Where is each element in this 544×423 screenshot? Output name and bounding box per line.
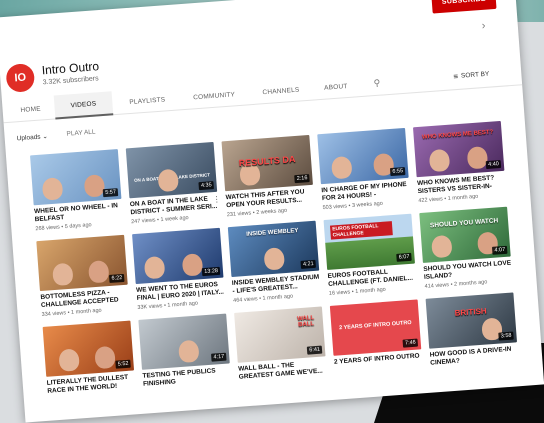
person-face bbox=[58, 348, 80, 372]
thumbnail-text: SHOULD YOU WATCH bbox=[429, 217, 499, 230]
person-face bbox=[330, 155, 353, 180]
thumbnail-text: WHO KNOWS ME BEST? bbox=[421, 129, 494, 141]
video-duration: 7:46 bbox=[402, 338, 419, 348]
play-all-button[interactable]: PLAY ALL bbox=[66, 129, 95, 138]
chevron-right-icon[interactable]: › bbox=[481, 20, 486, 32]
person-face bbox=[52, 262, 74, 287]
person-face bbox=[94, 345, 116, 370]
video-card[interactable]: 6:22 BOTTOMLESS PIZZA - CHALLENGE ACCEPT… bbox=[36, 234, 129, 318]
video-duration: 2:16 bbox=[294, 174, 310, 184]
video-thumbnail[interactable]: SHOULD YOU WATCH 4:07 bbox=[419, 206, 511, 263]
tab-home[interactable]: HOME bbox=[10, 96, 52, 123]
person-face bbox=[157, 168, 179, 193]
tab-about[interactable]: ABOUT bbox=[313, 73, 359, 100]
chevron-down-icon: ⌄ bbox=[42, 133, 49, 141]
video-thumbnail[interactable]: 5:57 bbox=[30, 149, 122, 206]
photo-stage: SUBSCRIBE › IO Intro Outro 3.32K subscri… bbox=[0, 0, 544, 423]
video-duration: 6:41 bbox=[307, 345, 323, 355]
thumbnail-text: RESULTS DA bbox=[238, 154, 296, 169]
video-thumbnail[interactable]: 5:52 bbox=[42, 320, 135, 377]
video-duration: 4:21 bbox=[300, 259, 317, 269]
video-thumbnail[interactable]: 13:28 bbox=[132, 227, 224, 285]
person-face bbox=[263, 247, 286, 271]
video-card[interactable]: 4:17 TESTING THE PUBLICS FINISHING bbox=[138, 313, 231, 389]
video-thumbnail[interactable]: BRITISH 3:58 bbox=[425, 292, 518, 349]
video-title[interactable]: WALL BALL - THE GREATEST GAME WE'VE... bbox=[238, 359, 327, 381]
video-card[interactable]: 5:52 LITERALLY THE DULLEST RACE IN THE W… bbox=[42, 320, 136, 396]
video-duration: 4:17 bbox=[211, 352, 227, 362]
person-face bbox=[431, 234, 453, 259]
video-thumbnail[interactable]: 2 YEARS OF INTRO OUTRO 7:46 bbox=[329, 299, 422, 356]
video-thumbnail[interactable]: EUROS FOOTBALL CHALLENGE 6:07 bbox=[323, 213, 415, 270]
channel-avatar[interactable]: IO bbox=[5, 62, 36, 93]
subscribe-button[interactable]: SUBSCRIBE bbox=[431, 0, 497, 14]
tab-playlists[interactable]: PLAYLISTS bbox=[120, 87, 176, 115]
video-card[interactable]: ON A BOAT IN THE LAKE DISTRICT 4:35 ON A… bbox=[125, 141, 221, 225]
person-face bbox=[143, 255, 166, 280]
subscriber-count: 3.32K subscribers bbox=[42, 75, 99, 87]
thumbnail-text: INSIDE WEMBLEY bbox=[246, 228, 299, 238]
video-duration: 6:07 bbox=[396, 252, 412, 262]
video-duration: 4:07 bbox=[492, 245, 508, 255]
uploads-filter-row: Uploads ⌄ PLAY ALL bbox=[16, 129, 96, 148]
youtube-channel-page: SUBSCRIBE › IO Intro Outro 3.32K subscri… bbox=[0, 0, 544, 423]
video-duration: 3:58 bbox=[498, 331, 514, 341]
thumbnail-text: BRITISH bbox=[454, 306, 487, 318]
person-face bbox=[181, 253, 204, 277]
thumbnail-text: WALL BALL bbox=[297, 315, 315, 329]
video-title[interactable]: TESTING THE PUBLICS FINISHING bbox=[142, 366, 231, 388]
video-thumbnail[interactable]: 6:22 bbox=[36, 234, 128, 292]
video-title[interactable]: HOW GOOD IS A DRIVE-IN CINEMA? bbox=[429, 345, 518, 367]
video-thumbnail[interactable]: INSIDE WEMBLEY 4:21 bbox=[227, 220, 320, 278]
person-face bbox=[428, 148, 451, 173]
sort-by-label: SORT BY bbox=[460, 70, 490, 80]
video-card[interactable]: EUROS FOOTBALL CHALLENGE 6:07 EUROS FOOT… bbox=[323, 213, 417, 297]
video-grid: 5:57 WHEEL OR NO WHEEL - IN BELFAST 268 … bbox=[30, 120, 518, 395]
person-face bbox=[178, 339, 200, 364]
more-options-icon[interactable]: ⋮ bbox=[212, 195, 221, 205]
video-card[interactable]: SHOULD YOU WATCH 4:07 SHOULD YOU WATCH L… bbox=[419, 206, 512, 290]
thumbnail-text: EUROS FOOTBALL CHALLENGE bbox=[329, 221, 393, 240]
video-card[interactable]: 6:55 IN CHARGE OF MY IPHONE FOR 24 HOURS… bbox=[317, 127, 410, 211]
channel-name: Intro Outro bbox=[41, 59, 100, 78]
person-face bbox=[466, 145, 489, 170]
thumbnail-text: 2 YEARS OF INTRO OUTRO bbox=[338, 319, 412, 332]
video-duration: 5:57 bbox=[102, 188, 119, 198]
video-card[interactable]: WALL BALL 6:41 WALL BALL - THE GREATEST … bbox=[234, 306, 327, 381]
video-card[interactable]: 13:28 WE WENT TO THE EUROS FINAL | EURO … bbox=[132, 227, 225, 311]
uploads-dropdown[interactable]: Uploads ⌄ bbox=[16, 132, 49, 143]
video-duration: 13:28 bbox=[201, 266, 221, 277]
person-face bbox=[83, 174, 106, 198]
tab-videos[interactable]: VIDEOS bbox=[53, 91, 114, 120]
video-duration: 4:40 bbox=[485, 159, 502, 170]
video-duration: 5:52 bbox=[115, 359, 131, 369]
video-thumbnail[interactable]: WALL BALL 6:41 bbox=[234, 306, 326, 363]
video-title[interactable]: LITERALLY THE DULLEST RACE IN THE WORLD! bbox=[46, 373, 135, 395]
video-thumbnail[interactable]: ON A BOAT IN THE LAKE DISTRICT 4:35 bbox=[125, 141, 218, 199]
video-card[interactable]: INSIDE WEMBLEY 4:21 INSIDE WEMBLEY STADI… bbox=[227, 220, 321, 304]
person-face bbox=[87, 260, 110, 284]
video-thumbnail[interactable]: 6:55 bbox=[317, 127, 409, 185]
video-duration: 6:22 bbox=[109, 273, 125, 283]
video-card[interactable]: WHO KNOWS ME BEST? 4:40 WHO KNOWS ME BES… bbox=[412, 120, 506, 204]
video-duration: 6:55 bbox=[390, 167, 406, 177]
video-duration: 4:35 bbox=[198, 181, 214, 191]
video-title[interactable]: 2 YEARS OF INTRO OUTRO bbox=[334, 352, 423, 374]
video-thumbnail[interactable]: 4:17 bbox=[138, 313, 230, 370]
video-thumbnail[interactable]: RESULTS DA 2:16 bbox=[221, 134, 313, 192]
video-card[interactable]: 5:57 WHEEL OR NO WHEEL - IN BELFAST 268 … bbox=[30, 149, 123, 232]
search-icon[interactable]: ⚲ bbox=[373, 78, 380, 89]
sort-icon: ≡ bbox=[453, 71, 459, 82]
video-card[interactable]: 2 YEARS OF INTRO OUTRO 7:46 2 YEARS OF I… bbox=[329, 299, 423, 374]
video-card[interactable]: RESULTS DA 2:16 WATCH THIS AFTER YOU OPE… bbox=[221, 134, 315, 218]
video-card[interactable]: BRITISH 3:58 HOW GOOD IS A DRIVE-IN CINE… bbox=[425, 292, 519, 367]
person-face bbox=[41, 177, 64, 201]
tab-community[interactable]: COMMUNITY bbox=[181, 81, 247, 110]
tab-channels[interactable]: CHANNELS bbox=[253, 77, 309, 105]
video-thumbnail[interactable]: WHO KNOWS ME BEST? 4:40 bbox=[412, 120, 505, 178]
uploads-label: Uploads bbox=[16, 133, 41, 143]
sort-by-button[interactable]: ≡ SORT BY bbox=[453, 70, 490, 82]
